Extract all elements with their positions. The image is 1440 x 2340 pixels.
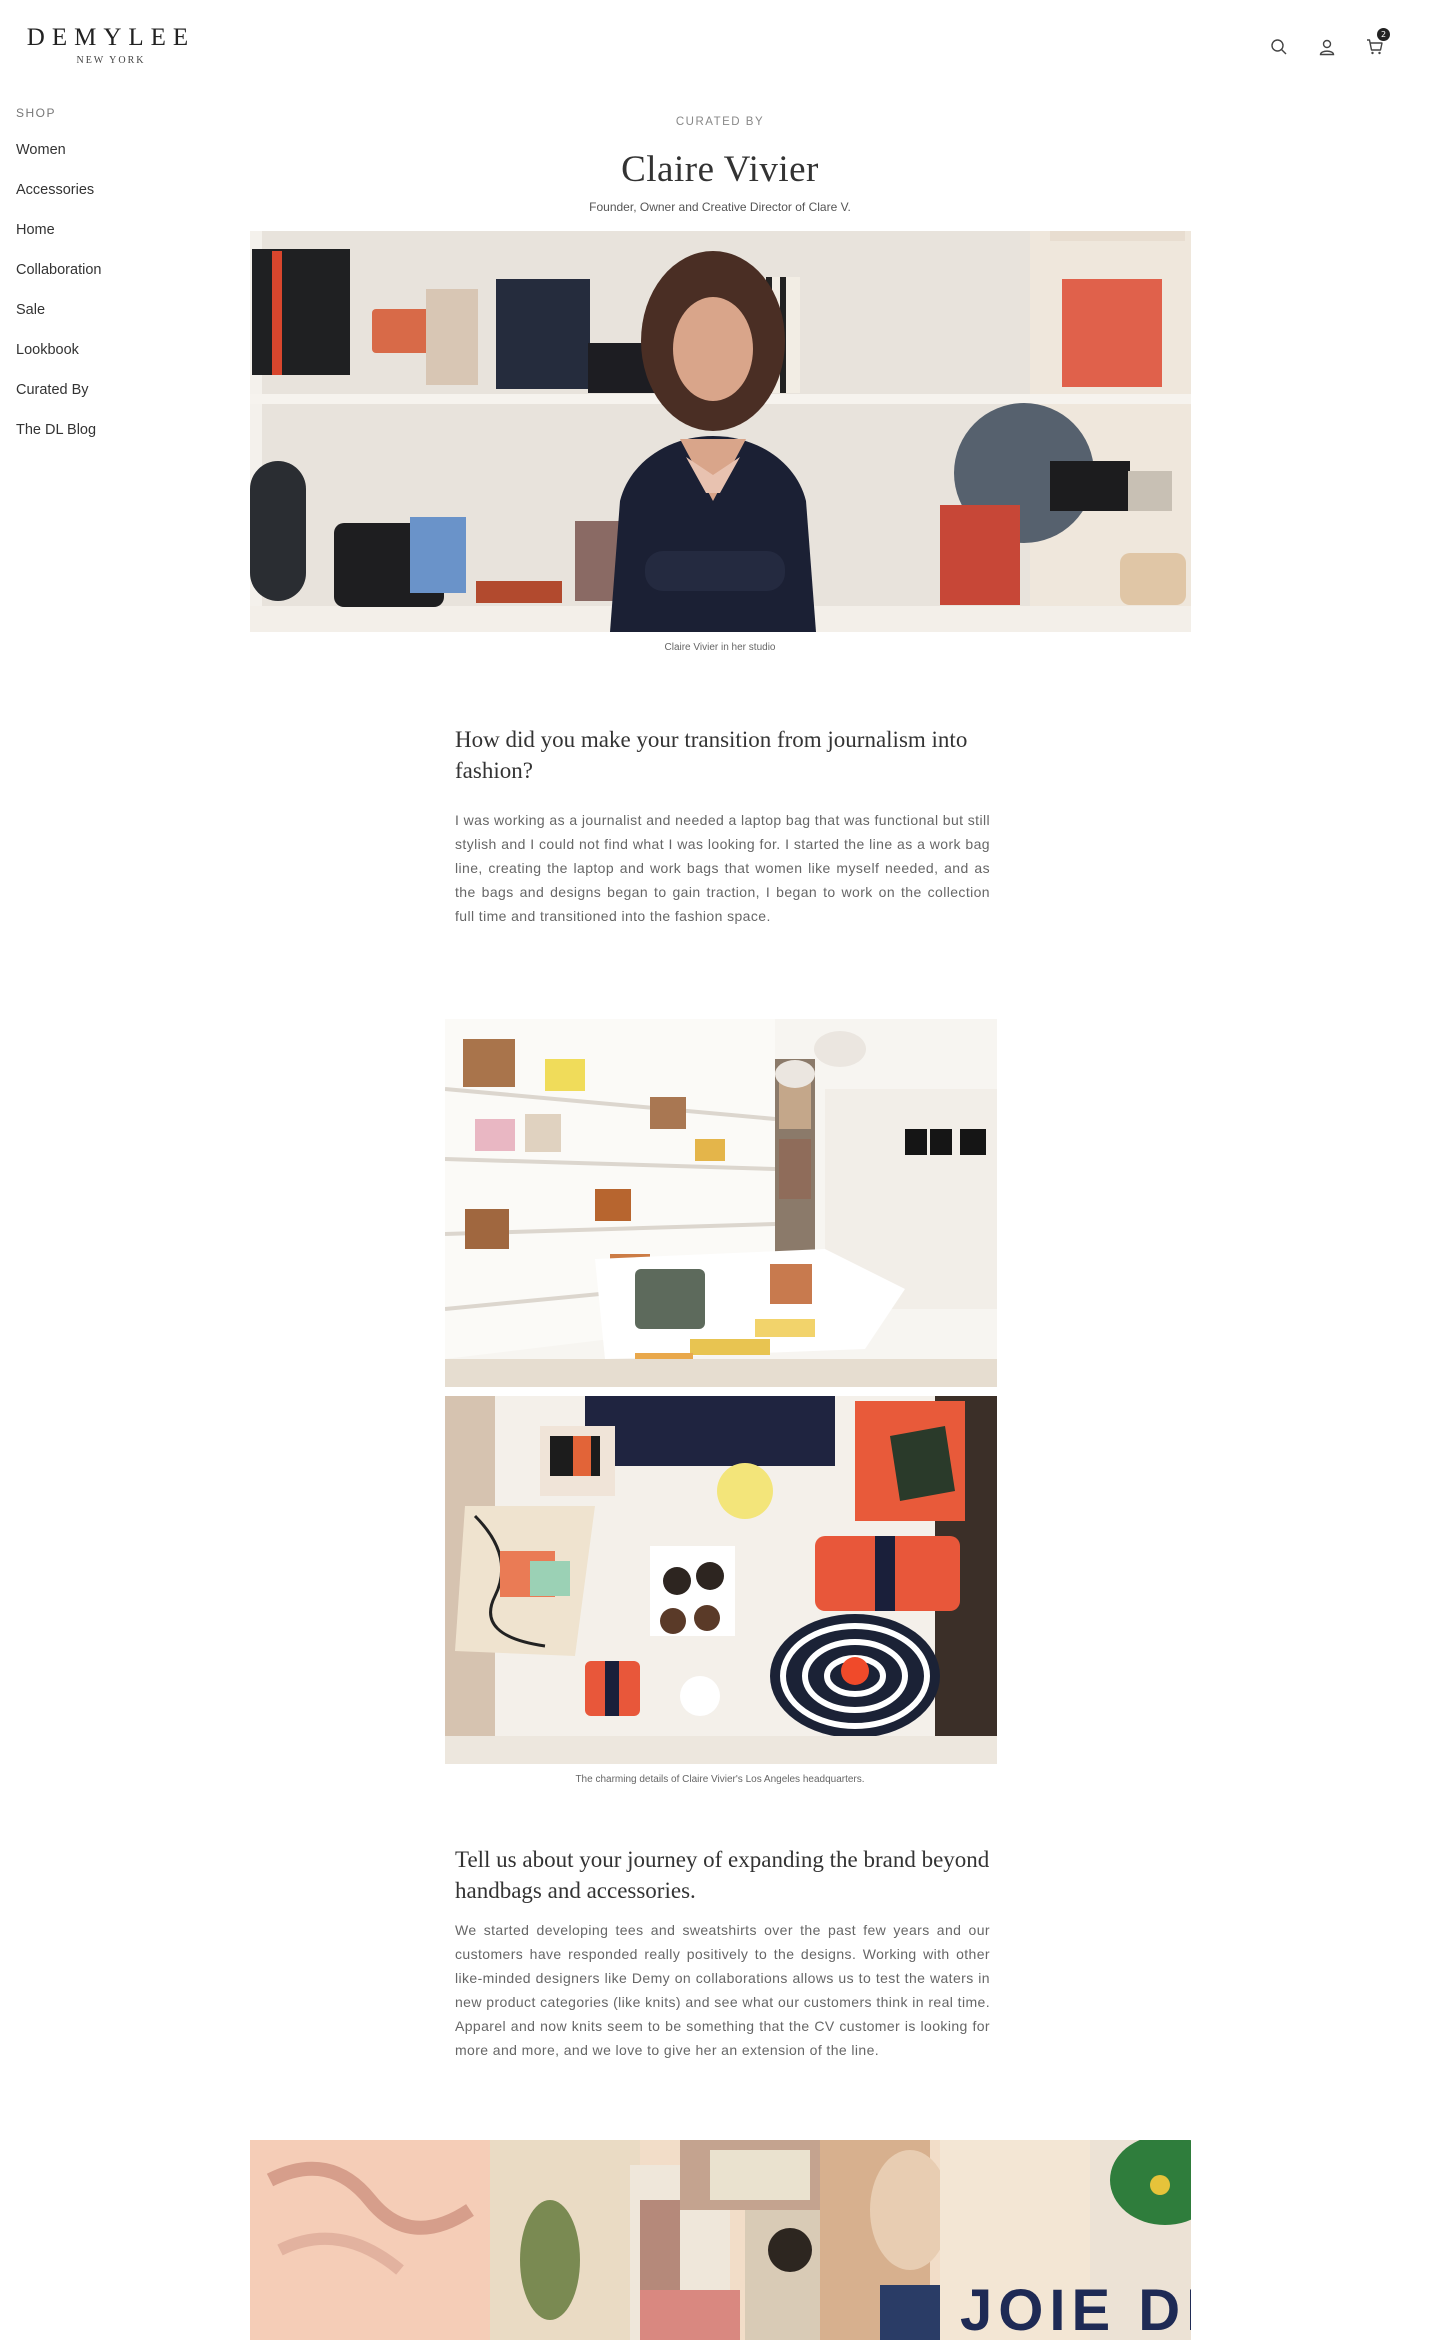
sidebar-item-lookbook[interactable]: Lookbook xyxy=(16,330,216,370)
page-title: Claire Vivier xyxy=(621,149,819,190)
gallery-caption: The charming details of Claire Vivier's … xyxy=(575,1774,865,1785)
search-icon[interactable] xyxy=(1270,38,1288,56)
moodboard-photo: JOIE DE xyxy=(250,2140,1191,2340)
hero-caption: Claire Vivier in her studio xyxy=(664,642,776,653)
brand-name: DEMYLEE xyxy=(26,24,196,51)
cart-count-badge: 2 xyxy=(1377,28,1390,41)
answer-text: I was working as a journalist and needed… xyxy=(455,812,990,924)
sidebar-item-dl-blog[interactable]: The DL Blog xyxy=(16,410,216,450)
brand-location: NEW YORK xyxy=(76,55,146,66)
hero-photo xyxy=(250,231,1191,632)
answer-text: We started developing tees and sweatshir… xyxy=(455,1922,990,2058)
store-interior-photo xyxy=(445,1019,997,1387)
moodboard-text: JOIE DE xyxy=(960,2278,1191,2340)
sidebar-item-curated-by[interactable]: Curated By xyxy=(16,370,216,410)
header-actions: 2 xyxy=(1270,28,1390,56)
sidebar-item-home[interactable]: Home xyxy=(16,210,216,250)
article-eyebrow: CURATED BY xyxy=(675,116,765,128)
page-subtitle: Founder, Owner and Creative Director of … xyxy=(589,200,851,214)
question-heading: Tell us about your journey of expanding … xyxy=(455,1847,990,1903)
sidebar-item-sale[interactable]: Sale xyxy=(16,290,216,330)
account-icon[interactable] xyxy=(1318,38,1336,56)
interview-q1: How did you make your transition from jo… xyxy=(455,724,990,928)
interview-q2: Tell us about your journey of expanding … xyxy=(455,1844,990,2062)
brand-logo[interactable]: DEMYLEE NEW YORK xyxy=(16,24,206,66)
cart-icon[interactable]: 2 xyxy=(1366,28,1390,56)
question-heading: How did you make your transition from jo… xyxy=(455,727,968,783)
sidebar-item-collaboration[interactable]: Collaboration xyxy=(16,250,216,290)
flatlay-photo xyxy=(445,1396,997,1764)
